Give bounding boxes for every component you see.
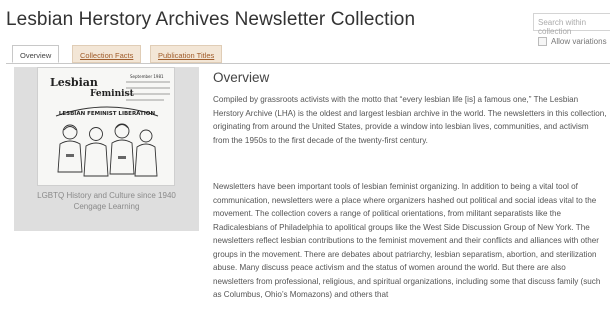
- overview-paragraph-2: Newsletters have been important tools of…: [213, 182, 601, 299]
- tab-collection-facts[interactable]: Collection Facts: [72, 45, 142, 63]
- image-caption-publisher: Cengage Learning: [73, 202, 140, 211]
- overview-paragraph-1: Compiled by grassroots activists with th…: [213, 95, 607, 145]
- image-caption-title: LGBTQ History and Culture since 1940: [37, 191, 176, 200]
- tab-overview[interactable]: Overview: [12, 45, 60, 63]
- cover-masthead-top: Lesbian: [50, 76, 98, 89]
- cover-illustration: Lesbian Feminist September 1981 LESBIAN …: [50, 74, 170, 177]
- newsletter-cover-image[interactable]: Lesbian Feminist September 1981 LESBIAN …: [37, 67, 175, 186]
- cover-banner: LESBIAN FEMINIST LIBERATION: [59, 111, 156, 117]
- overview-heading: Overview: [213, 70, 270, 85]
- collection-image-panel: Lesbian Feminist September 1981 LESBIAN …: [14, 67, 199, 231]
- tab-bar: Overview Collection Facts Publication Ti…: [6, 45, 610, 64]
- search-input[interactable]: Search within collection: [533, 13, 610, 36]
- tab-publication-titles[interactable]: Publication Titles: [150, 45, 223, 63]
- page-title: Lesbian Herstory Archives Newsletter Col…: [6, 9, 416, 30]
- cover-date: September 1981: [130, 74, 164, 79]
